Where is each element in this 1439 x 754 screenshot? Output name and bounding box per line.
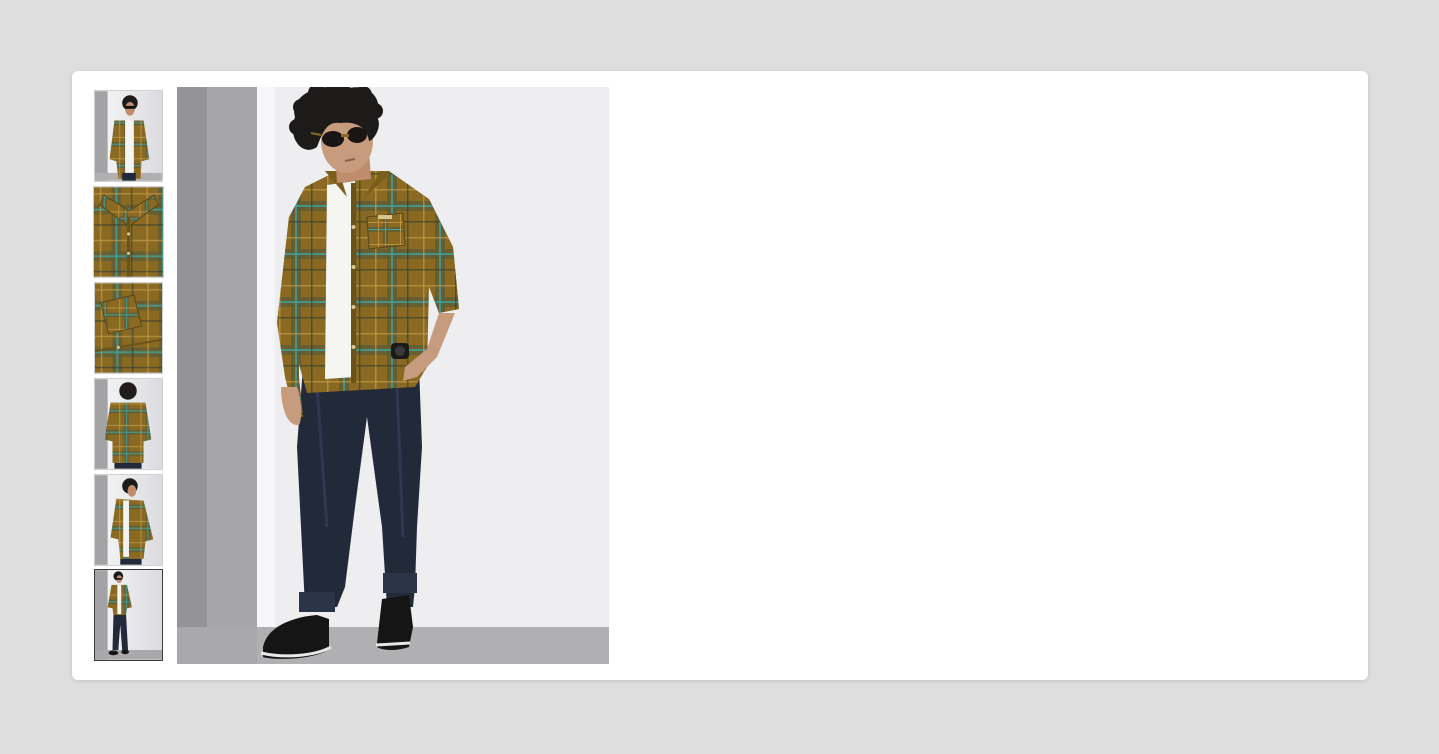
main-product-image[interactable] [177, 87, 609, 664]
thumbnail-front-view[interactable] [94, 90, 163, 182]
thumbnail-side-view[interactable] [94, 474, 163, 566]
thumbnail-collar-view[interactable] [93, 186, 164, 278]
model-front-image [95, 91, 162, 181]
thumbnail-full-length-view[interactable] [94, 569, 163, 661]
model-side-image [95, 475, 162, 565]
thumbnail-fabric-view[interactable] [94, 282, 163, 374]
product-image-gallery [72, 71, 1368, 680]
model-full-length-image [95, 570, 162, 660]
model-full-length-large-image [177, 87, 609, 664]
model-back-image [95, 379, 162, 469]
thumbnail-back-view[interactable] [94, 378, 163, 470]
collar-closeup-image [94, 187, 163, 277]
fabric-closeup-image [95, 283, 162, 373]
